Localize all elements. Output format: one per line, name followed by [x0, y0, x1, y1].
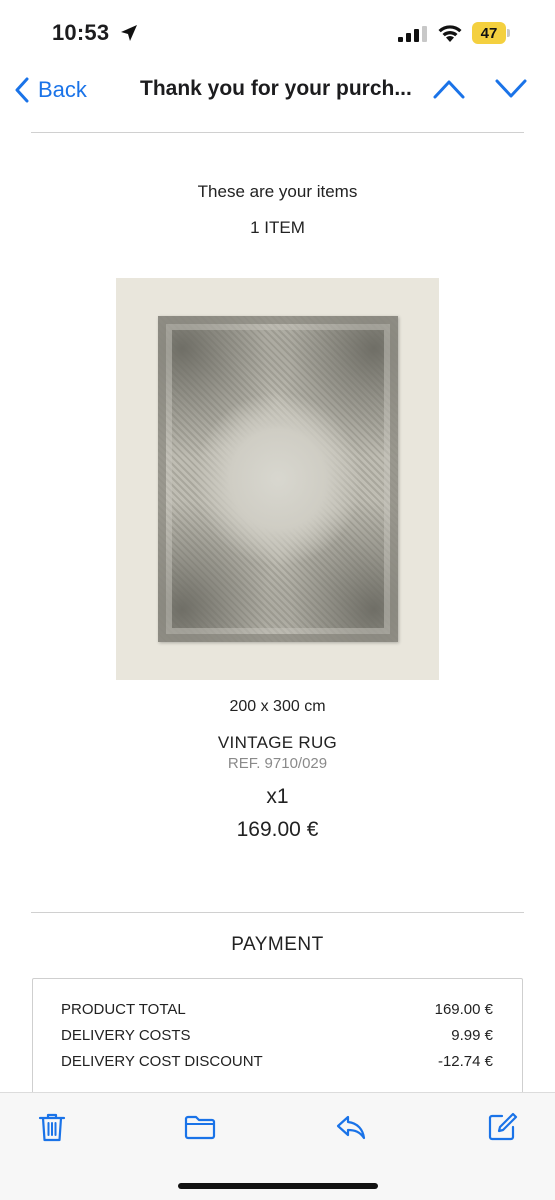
payment-heading: PAYMENT	[231, 934, 324, 955]
product-quantity: x1	[266, 785, 289, 808]
payment-row-label: DELIVERY COST DISCOUNT	[61, 1053, 263, 1070]
battery-tip	[507, 29, 510, 37]
payment-summary: PRODUCT TOTAL 169.00 € DELIVERY COSTS 9.…	[32, 978, 523, 1092]
nav-bar: Back Thank you for your purch...	[0, 62, 555, 118]
email-body[interactable]: These are your items 1 ITEM 200 x 300 cm…	[0, 118, 555, 1092]
rug-illustration	[158, 316, 398, 642]
cellular-signal-icon	[398, 26, 427, 42]
divider	[31, 132, 524, 133]
battery-level: 47	[472, 22, 506, 44]
back-label: Back	[38, 77, 87, 102]
divider	[31, 912, 524, 913]
mail-toolbar	[0, 1092, 555, 1200]
payment-row-label: PRODUCT TOTAL	[61, 1001, 186, 1018]
payment-row-label: DELIVERY COSTS	[61, 1027, 191, 1044]
location-arrow-icon	[121, 25, 137, 41]
payment-row: DELIVERY COST DISCOUNT -12.74 €	[61, 1053, 493, 1070]
email-subject-title: Thank you for your purch...	[140, 77, 412, 100]
product-size: 200 x 300 cm	[229, 698, 326, 715]
reply-icon[interactable]	[335, 1111, 367, 1143]
payment-row-value: 9.99 €	[451, 1027, 493, 1044]
compose-icon[interactable]	[486, 1111, 518, 1143]
product-name: VINTAGE RUG	[217, 733, 338, 752]
payment-row: PRODUCT TOTAL 169.00 €	[61, 1001, 493, 1018]
status-time: 10:53	[52, 20, 110, 45]
folder-icon[interactable]	[184, 1111, 216, 1143]
payment-row-value: -12.74 €	[437, 1053, 493, 1070]
trash-icon[interactable]	[36, 1111, 68, 1143]
status-bar: 10:53 47	[0, 0, 555, 62]
chevron-down-icon[interactable]	[494, 78, 528, 100]
chevron-left-icon	[15, 77, 29, 103]
product-price: 169.00 €	[236, 818, 319, 841]
payment-row: DELIVERY COSTS 9.99 €	[61, 1027, 493, 1044]
wifi-icon	[438, 25, 462, 42]
items-heading: These are your items	[197, 182, 358, 201]
home-indicator[interactable]	[178, 1183, 378, 1189]
product-image[interactable]	[116, 278, 439, 680]
battery-indicator: 47	[472, 22, 510, 44]
back-button[interactable]: Back	[14, 74, 87, 106]
items-count: 1 ITEM	[250, 218, 305, 237]
chevron-up-icon[interactable]	[432, 78, 466, 100]
product-ref: REF. 9710/029	[227, 755, 328, 772]
payment-row-value: 169.00 €	[434, 1001, 493, 1018]
